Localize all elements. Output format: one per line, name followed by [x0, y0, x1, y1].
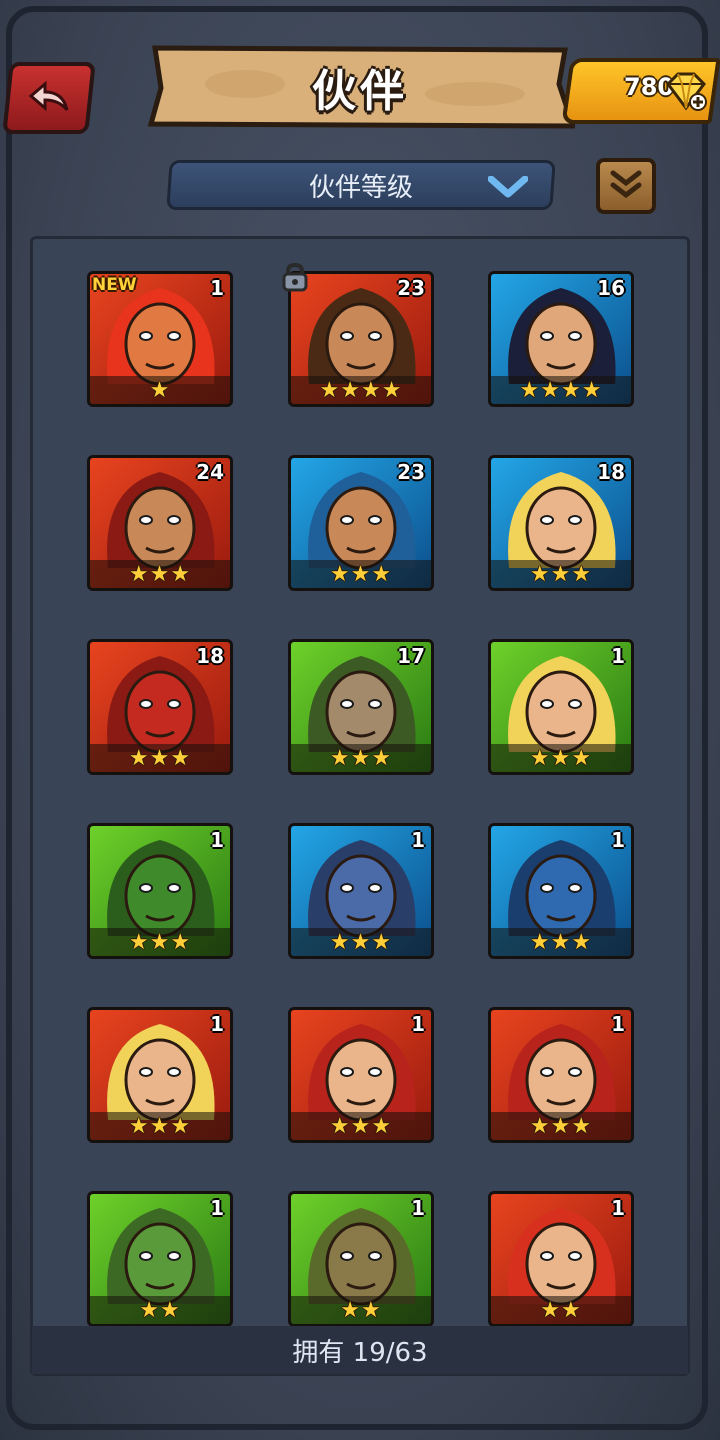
star-rating: ★★★★: [291, 376, 431, 404]
star-rating: ★★★: [491, 744, 631, 772]
companion-level: 1: [411, 1196, 425, 1220]
star-rating: ★★★: [491, 928, 631, 956]
companion-card[interactable]: 1 ★★★: [87, 1007, 233, 1143]
companion-card[interactable]: 1 ★★★: [488, 823, 634, 959]
companion-card[interactable]: 1 ★★★: [488, 639, 634, 775]
companion-card[interactable]: NEW 1 ★: [87, 271, 233, 407]
star-rating: ★: [90, 376, 230, 404]
star-rating: ★★: [90, 1296, 230, 1324]
sort-order-button[interactable]: [596, 158, 656, 214]
back-arrow-icon: [28, 80, 69, 112]
companion-card[interactable]: 1 ★★★: [488, 1007, 634, 1143]
page-title: 伙伴: [312, 66, 408, 117]
companion-card[interactable]: 24 ★★★: [87, 455, 233, 591]
star-rating: ★★★: [90, 928, 230, 956]
companion-card[interactable]: 1 ★★★: [87, 823, 233, 959]
star-rating: ★★★: [90, 1112, 230, 1140]
chevron-down-icon: [488, 176, 528, 198]
companion-level: 1: [210, 276, 224, 300]
star-rating: ★★★: [491, 560, 631, 588]
star-rating: ★★★: [291, 744, 431, 772]
star-rating: ★★★: [291, 560, 431, 588]
back-button[interactable]: [2, 62, 96, 134]
companion-level: 23: [397, 276, 425, 300]
star-rating: ★★★: [491, 1112, 631, 1140]
companion-grid: NEW 1 ★ 23 ★★★★ 16 ★★★★ 24 ★★★ 23 ★★★ 18 ★★★ 18 ★★★ 17 ★…: [33, 239, 687, 1373]
title-banner: 伙伴: [145, 44, 575, 130]
companion-level: 17: [397, 644, 425, 668]
companion-level: 1: [611, 1196, 625, 1220]
star-rating: ★★★: [90, 560, 230, 588]
gem-icon[interactable]: [664, 72, 708, 112]
star-rating: ★★: [491, 1296, 631, 1324]
companion-card[interactable]: 1 ★★★: [288, 1007, 434, 1143]
double-chevron-down-icon: [610, 170, 642, 199]
companion-card[interactable]: 1 ★★: [87, 1191, 233, 1327]
companion-card[interactable]: 17 ★★★: [288, 639, 434, 775]
star-rating: ★★★: [291, 1112, 431, 1140]
new-badge: NEW: [92, 275, 137, 295]
star-rating: ★★: [291, 1296, 431, 1324]
companion-card[interactable]: 16 ★★★★: [488, 271, 634, 407]
companion-level: 1: [611, 1012, 625, 1036]
companion-card[interactable]: 1 ★★: [288, 1191, 434, 1327]
companion-level: 23: [397, 460, 425, 484]
companion-level: 1: [611, 644, 625, 668]
companion-level: 18: [597, 460, 625, 484]
star-rating: ★★★: [291, 928, 431, 956]
companion-panel: NEW 1 ★ 23 ★★★★ 16 ★★★★ 24 ★★★ 23 ★★★ 18 ★★★ 18 ★★★ 17 ★…: [30, 236, 690, 1376]
companion-level: 24: [196, 460, 224, 484]
companion-card[interactable]: 1 ★★★: [288, 823, 434, 959]
companion-level: 1: [611, 828, 625, 852]
lock-icon: [282, 262, 308, 292]
star-rating: ★★★: [90, 744, 230, 772]
companion-level: 1: [210, 828, 224, 852]
companion-level: 16: [597, 276, 625, 300]
star-rating: ★★★★: [491, 376, 631, 404]
companion-level: 1: [411, 1012, 425, 1036]
companion-level: 1: [411, 828, 425, 852]
companion-level: 1: [210, 1196, 224, 1220]
companion-card[interactable]: 23 ★★★: [288, 455, 434, 591]
owned-count: 拥有 19/63: [32, 1326, 688, 1374]
companion-level: 18: [196, 644, 224, 668]
companion-card[interactable]: 1 ★★: [488, 1191, 634, 1327]
companion-card[interactable]: 18 ★★★: [87, 639, 233, 775]
companion-card[interactable]: 18 ★★★: [488, 455, 634, 591]
companion-level: 1: [210, 1012, 224, 1036]
